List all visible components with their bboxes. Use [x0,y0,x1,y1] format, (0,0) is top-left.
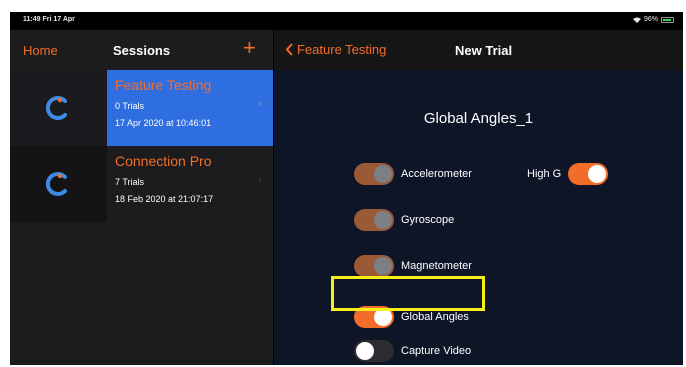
add-icon[interactable]: + [243,37,256,59]
app-logo-icon [45,172,67,196]
high-g-label: High G [527,168,562,180]
trial-pane: Feature Testing New Trial Global Angles_… [274,30,683,365]
gyroscope-toggle[interactable] [354,209,394,231]
app-logo-icon [45,96,67,120]
session-row-feature-testing[interactable]: Feature Testing 0 Trials 17 Apr 2020 at … [10,70,273,146]
option-gyroscope: Gyroscope [354,209,454,231]
capture-video-label: Capture Video [401,345,472,357]
sessions-pane: Home Sessions + Feature Testing 0 Trials… [10,30,273,365]
session-title: Connection Pro [115,153,212,169]
back-label: Feature Testing [297,42,387,57]
home-button[interactable]: Home [23,43,58,58]
ipad-screen: 11:49 Fri 17 Apr 96% Home Sessions + Fea… [10,12,683,365]
toggle-knob [374,165,392,183]
option-accelerometer: Accelerometer [354,163,472,185]
session-date: 17 Apr 2020 at 10:46:01 [115,118,212,128]
global-angles-label: Global Angles [401,311,469,323]
capture-video-toggle[interactable] [354,340,394,362]
chevron-right-icon: › [258,98,262,110]
status-right: 96% [632,16,674,23]
session-date: 18 Feb 2020 at 21:07:17 [115,194,214,204]
sessions-nav-bar: Home Sessions + [10,30,273,70]
magnetometer-toggle[interactable] [354,255,394,277]
trial-nav-bar: Feature Testing New Trial [274,30,683,70]
session-row-connection-pro[interactable]: Connection Pro 7 Trials 18 Feb 2020 at 2… [10,146,273,222]
toggle-knob [356,342,374,360]
accelerometer-label: Accelerometer [401,168,472,180]
status-bar: 11:49 Fri 17 Apr 96% [10,12,683,30]
toggle-knob [374,211,392,229]
gyroscope-label: Gyroscope [401,214,455,226]
option-magnetometer: Magnetometer [354,255,472,277]
toggle-knob [374,257,392,275]
toggle-knob [588,165,607,183]
session-info: Connection Pro 7 Trials 18 Feb 2020 at 2… [107,146,273,222]
option-high-g: High G [527,163,609,185]
session-trial-count: 7 Trials [115,177,145,187]
option-capture-video: Capture Video [354,340,471,362]
back-button[interactable]: Feature Testing [285,42,386,57]
status-time: 11:49 Fri 17 Apr [23,16,75,23]
highlight-box [331,276,485,311]
wifi-icon [632,17,641,23]
sessions-title: Sessions [113,43,171,58]
session-thumbnail [10,70,107,146]
battery-percent: 96% [643,16,658,23]
magnetometer-label: Magnetometer [401,260,472,272]
session-trial-count: 0 Trials [115,101,145,111]
accelerometer-toggle[interactable] [354,163,394,185]
trial-title: New Trial [455,43,513,58]
battery-icon [661,16,674,23]
session-title: Feature Testing [115,77,212,93]
trial-name: Global Angles_1 [423,110,534,127]
session-thumbnail [10,146,107,222]
high-g-toggle[interactable] [568,163,609,185]
chevron-right-icon: › [258,174,262,186]
chevron-left-icon [285,43,293,56]
session-info: Feature Testing 0 Trials 17 Apr 2020 at … [107,70,273,146]
